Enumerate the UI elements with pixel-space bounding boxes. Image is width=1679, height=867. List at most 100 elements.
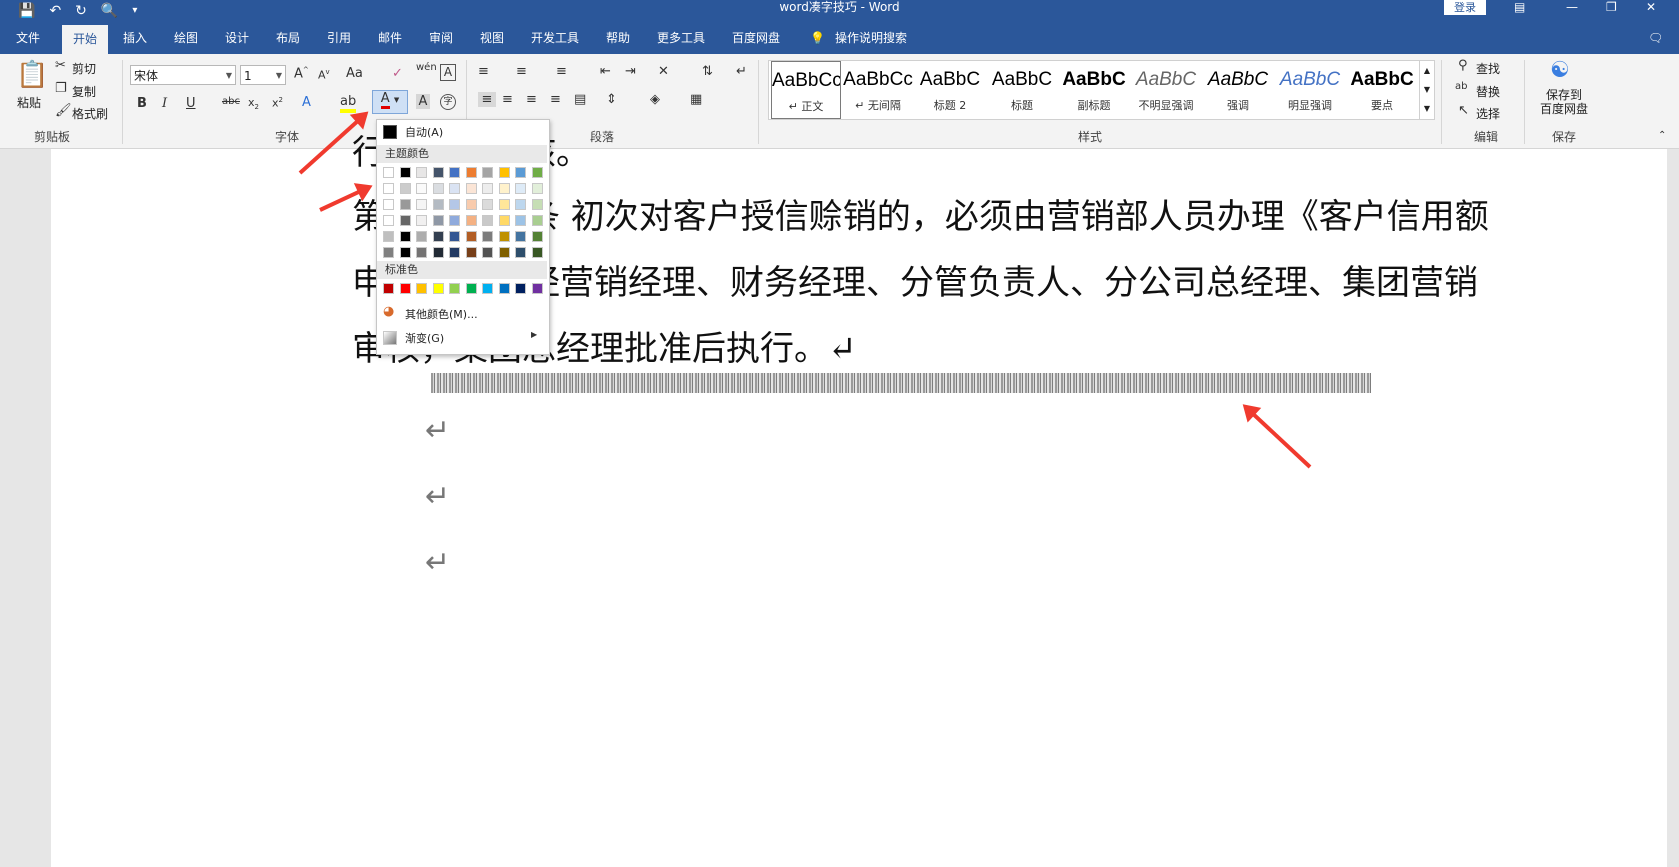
- theme-color-swatch[interactable]: [498, 199, 510, 210]
- tab-baidu-netdisk[interactable]: 百度网盘: [732, 22, 780, 54]
- theme-color-swatch[interactable]: [416, 215, 427, 226]
- theme-color-swatch[interactable]: [515, 215, 526, 226]
- collapse-ribbon-icon[interactable]: ⌃: [1658, 130, 1666, 141]
- theme-color-swatch[interactable]: [383, 183, 394, 194]
- save-to-baidu-button[interactable]: 保存到 百度网盘: [1540, 88, 1588, 116]
- bold-icon[interactable]: B: [137, 96, 147, 111]
- shading-icon[interactable]: ◈: [650, 92, 660, 107]
- copy-icon[interactable]: ❐: [55, 81, 67, 96]
- theme-color-swatch[interactable]: [432, 183, 444, 194]
- grow-font-icon[interactable]: A^: [294, 66, 309, 81]
- font-size-box[interactable]: 1 ▼: [240, 65, 286, 85]
- theme-color-swatch[interactable]: [515, 199, 526, 210]
- theme-color-swatch[interactable]: [399, 183, 411, 194]
- change-case-icon[interactable]: Aa: [346, 66, 363, 81]
- login-button[interactable]: 登录: [1444, 0, 1486, 15]
- gradient-option[interactable]: 渐变(G) ▶: [377, 326, 547, 348]
- theme-color-swatch[interactable]: [531, 215, 543, 226]
- ribbon-display-icon[interactable]: ▤: [1514, 0, 1525, 14]
- theme-color-swatch[interactable]: [449, 231, 460, 242]
- standard-color-swatch[interactable]: [399, 283, 411, 294]
- borders-icon[interactable]: ▦: [690, 92, 702, 107]
- theme-color-swatch[interactable]: [416, 167, 427, 178]
- align-left-icon[interactable]: ≡: [478, 92, 496, 107]
- standard-color-swatch[interactable]: [449, 283, 460, 294]
- theme-color-swatch[interactable]: [399, 247, 411, 258]
- show-marks-icon[interactable]: ↵: [736, 64, 747, 79]
- standard-color-swatch[interactable]: [416, 283, 427, 294]
- tab-developer[interactable]: 开发工具: [531, 22, 579, 54]
- tab-insert[interactable]: 插入: [123, 22, 147, 54]
- theme-color-swatch[interactable]: [432, 215, 444, 226]
- theme-color-swatch[interactable]: [465, 231, 477, 242]
- underline-icon[interactable]: U: [186, 96, 196, 111]
- select-button[interactable]: 选择: [1476, 105, 1500, 122]
- tab-more-tools[interactable]: 更多工具: [657, 22, 705, 54]
- theme-color-swatch[interactable]: [416, 183, 427, 194]
- style-heading-2[interactable]: AaBbC 标题 2: [915, 61, 985, 119]
- theme-color-swatch[interactable]: [482, 215, 493, 226]
- theme-color-swatch[interactable]: [482, 231, 493, 242]
- standard-color-swatch[interactable]: [465, 283, 477, 294]
- theme-color-swatch[interactable]: [515, 231, 526, 242]
- copy-button[interactable]: 复制: [72, 83, 96, 100]
- restore-icon[interactable]: ❐: [1606, 0, 1617, 14]
- align-right-icon[interactable]: ≡: [526, 92, 537, 107]
- style-strong[interactable]: AaBbC 要点: [1347, 61, 1417, 119]
- theme-color-swatch[interactable]: [498, 167, 510, 178]
- tab-home[interactable]: 开始: [62, 25, 109, 54]
- auto-color-option[interactable]: 自动(A): [377, 120, 547, 142]
- justify-icon[interactable]: ≡: [550, 92, 561, 107]
- tab-review[interactable]: 审阅: [429, 22, 453, 54]
- minimize-icon[interactable]: —: [1566, 0, 1578, 14]
- text-effects-icon[interactable]: A: [302, 95, 311, 110]
- standard-color-swatch[interactable]: [515, 283, 526, 294]
- theme-color-swatch[interactable]: [465, 247, 477, 258]
- tab-help[interactable]: 帮助: [606, 22, 630, 54]
- theme-color-swatch[interactable]: [399, 215, 411, 226]
- tab-design[interactable]: 设计: [225, 22, 249, 54]
- clear-formatting-icon[interactable]: ✓: [392, 66, 403, 81]
- paste-label[interactable]: 粘贴: [17, 94, 41, 111]
- theme-color-swatch[interactable]: [531, 167, 543, 178]
- theme-color-swatch[interactable]: [482, 247, 493, 258]
- theme-color-swatch[interactable]: [432, 167, 444, 178]
- font-name-box[interactable]: 宋体 ▼: [130, 65, 236, 85]
- theme-color-swatch[interactable]: [498, 183, 510, 194]
- comment-icon[interactable]: 🗨: [1648, 22, 1663, 54]
- find-button[interactable]: 查找: [1476, 60, 1500, 77]
- paste-icon[interactable]: 📋: [16, 60, 48, 90]
- select-icon[interactable]: ↖: [1458, 103, 1469, 118]
- tab-mailings[interactable]: 邮件: [378, 22, 402, 54]
- tab-layout[interactable]: 布局: [276, 22, 300, 54]
- style-subtle-emphasis[interactable]: AaBbC 不明显强调: [1131, 61, 1201, 119]
- theme-color-swatch[interactable]: [399, 231, 411, 242]
- theme-color-swatch[interactable]: [498, 231, 510, 242]
- theme-color-swatch[interactable]: [531, 199, 543, 210]
- document-page[interactable]: 行调查、考核。 第条 初次对客户授信赊销的，必须由营销部人员办理《客户信用额 申…: [51, 133, 1667, 867]
- theme-color-swatch[interactable]: [531, 183, 543, 194]
- theme-color-swatch[interactable]: [515, 247, 526, 258]
- character-shading-icon[interactable]: A: [416, 94, 430, 109]
- theme-color-swatch[interactable]: [498, 215, 510, 226]
- theme-color-swatch[interactable]: [383, 199, 394, 210]
- align-center-icon[interactable]: ≡: [502, 92, 513, 107]
- cut-button[interactable]: 剪切: [72, 60, 96, 77]
- tab-view[interactable]: 视图: [480, 22, 504, 54]
- replace-icon[interactable]: ab: [1455, 81, 1467, 92]
- strikethrough-icon[interactable]: abc: [222, 96, 240, 107]
- style-no-spacing[interactable]: AaBbCc ↵ 无间隔: [843, 61, 913, 119]
- theme-color-swatch[interactable]: [465, 167, 477, 178]
- sort-icon[interactable]: ⇅: [702, 64, 713, 79]
- find-icon[interactable]: ⚲: [1458, 58, 1468, 73]
- superscript-icon[interactable]: x2: [272, 96, 283, 110]
- format-painter-button[interactable]: 格式刷: [72, 105, 108, 122]
- theme-color-swatch[interactable]: [383, 215, 394, 226]
- more-colors-option[interactable]: ◕ 其他颜色(M)...: [377, 302, 547, 324]
- style-subtitle[interactable]: AaBbC 副标题: [1059, 61, 1129, 119]
- theme-color-swatch[interactable]: [449, 199, 460, 210]
- standard-color-swatch[interactable]: [498, 283, 510, 294]
- character-border-icon[interactable]: A: [440, 64, 456, 81]
- theme-color-swatch[interactable]: [531, 231, 543, 242]
- increase-indent-icon[interactable]: ⇥: [625, 64, 636, 79]
